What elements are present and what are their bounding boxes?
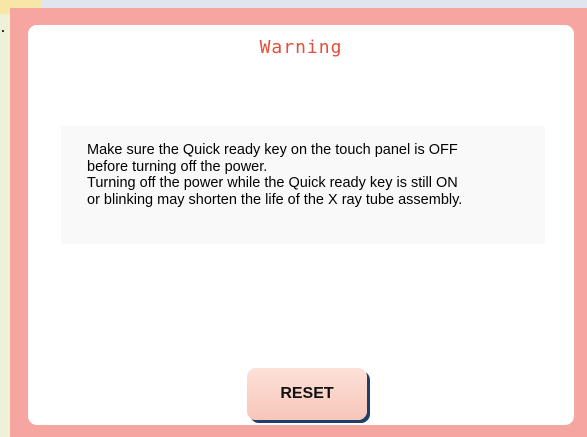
warning-dialog-body: Warning Make sure the Quick ready key on…: [28, 25, 574, 425]
warning-message: Make sure the Quick ready key on the tou…: [61, 126, 545, 244]
background-screen-edge: [0, 0, 10, 437]
warning-dialog: Warning Make sure the Quick ready key on…: [10, 8, 587, 437]
reset-button[interactable]: RESET: [247, 368, 367, 420]
background-dot: [2, 30, 4, 32]
message-line-1: Make sure the Quick ready key on the tou…: [87, 142, 458, 158]
dialog-title: Warning: [259, 37, 343, 58]
message-line-3: Turning off the power while the Quick re…: [87, 175, 458, 191]
message-line-2: before turning off the power.: [87, 158, 268, 175]
message-line-4: or blinking may shorten the life of the …: [87, 191, 463, 208]
